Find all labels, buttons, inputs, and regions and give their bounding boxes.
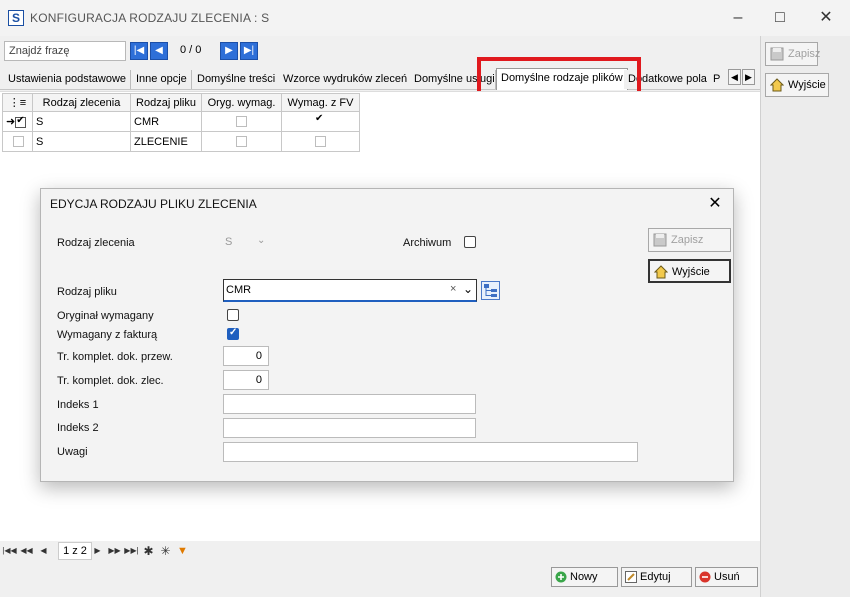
indeks2-input[interactable] (223, 418, 476, 438)
home-icon (653, 265, 669, 279)
current-row-arrow-icon: ➜ (6, 116, 16, 128)
oryginal-wymagany-checkbox[interactable] (227, 309, 239, 321)
archiwum-checkbox[interactable] (464, 236, 476, 248)
right-panel (760, 36, 850, 597)
table-row[interactable]: S ZLECENIE (2, 131, 360, 152)
tr-przew-label: Tr. komplet. dok. przew. (57, 351, 173, 363)
add-icon (555, 571, 567, 583)
cell-rodzaj-pliku: ZLECENIE (130, 131, 202, 152)
prev-page-group-icon[interactable]: ◀◀ (19, 543, 34, 559)
maximize-button[interactable]: □ (760, 6, 800, 30)
clear-icon[interactable]: × (450, 283, 456, 295)
dialog-exit-button[interactable]: Wyjście (648, 259, 731, 283)
oryg-wymag-checkbox (236, 116, 247, 128)
dialog-save-button[interactable]: Zapisz (648, 228, 731, 252)
next-page-group-icon[interactable]: ▶▶ (107, 543, 122, 559)
wymag-fv-checkbox (315, 136, 326, 148)
filter-icon[interactable]: ▼ (175, 543, 190, 559)
app-icon: S (8, 10, 24, 26)
table-row[interactable]: ➜ S CMR (2, 111, 360, 132)
window-title: KONFIGURACJA RODZAJU ZLECENIA : S (30, 11, 270, 25)
delete-label: Usuń (714, 571, 740, 583)
exit-button[interactable]: Wyjście (765, 73, 829, 97)
page-indicator: 1 z 2 (58, 542, 92, 560)
prev-result-icon[interactable]: ◀ (150, 42, 168, 60)
dialog-save-label: Zapisz (671, 234, 704, 246)
column-header[interactable]: Rodzaj pliku (130, 93, 202, 112)
column-header[interactable]: Wymag. z FV (281, 93, 360, 112)
oryg-wymag-checkbox (236, 136, 247, 148)
oryginal-wymagany-label: Oryginał wymagany (57, 310, 154, 322)
archiwum-label: Archiwum (403, 237, 452, 249)
indeks2-label: Indeks 2 (57, 422, 99, 434)
edit-icon (625, 571, 637, 583)
asterisk-alt-icon[interactable]: ✳ (158, 543, 173, 559)
save-button[interactable]: Zapisz (765, 42, 821, 66)
tr-zlec-label: Tr. komplet. dok. zlec. (57, 375, 164, 387)
edit-label: Edytuj (640, 571, 671, 583)
save-icon (653, 233, 667, 247)
prev-page-icon[interactable]: ◀ (36, 543, 51, 559)
search-input[interactable]: Znajdź frazę (4, 41, 126, 61)
search-counter: 0 / 0 (180, 44, 202, 56)
tab-domyslne-tresci[interactable]: Domyślne treści (193, 70, 281, 89)
exit-label: Wyjście (788, 79, 826, 91)
cell-rodzaj-zlecenia: S (32, 111, 131, 132)
tab-inne-opcje[interactable]: Inne opcje (132, 70, 192, 89)
next-page-icon[interactable]: ▶ (90, 543, 105, 559)
tree-picker-icon[interactable] (481, 281, 500, 300)
dialog-close-icon[interactable]: ✕ (703, 192, 727, 216)
uwagi-label: Uwagi (57, 446, 88, 458)
indeks1-label: Indeks 1 (57, 399, 99, 411)
cell-rodzaj-zlecenia: S (32, 131, 131, 152)
chevron-down-icon[interactable]: ⌄ (463, 282, 473, 296)
first-result-icon[interactable]: |◀ (130, 42, 148, 60)
cell-rodzaj-pliku: CMR (130, 111, 202, 132)
close-button[interactable]: ✕ (806, 6, 846, 30)
save-icon (770, 47, 784, 61)
tr-przew-input[interactable]: 0 (223, 346, 269, 366)
row-select-checkbox[interactable] (13, 136, 24, 148)
asterisk-icon[interactable]: ✱ (141, 543, 156, 559)
column-header[interactable]: Oryg. wymag. (201, 93, 282, 112)
rodzaj-zlecenia-select: S ⌄ (223, 232, 271, 252)
home-icon (769, 78, 785, 92)
last-page-icon[interactable]: ▶▶| (124, 543, 139, 559)
tab-wzorce-wydrukow[interactable]: Wzorce wydruków zleceń (279, 70, 413, 89)
tr-zlec-input[interactable]: 0 (223, 370, 269, 390)
dialog-exit-label: Wyjście (672, 266, 710, 278)
delete-icon (699, 571, 711, 583)
tab-ustawienia-podstawowe[interactable]: Ustawienia podstawowe (4, 70, 132, 89)
rodzaj-pliku-select[interactable]: CMR × ⌄ (223, 279, 477, 302)
tab-scroll-left-icon[interactable]: ◀ (728, 69, 741, 85)
save-label: Zapisz (788, 48, 821, 60)
rodzaj-pliku-label: Rodzaj pliku (57, 286, 117, 298)
rodzaj-zlecenia-label: Rodzaj zlecenia (57, 237, 135, 249)
edit-file-type-dialog: EDYCJA RODZAJU PLIKU ZLECENIA ✕ Zapisz W… (40, 188, 734, 482)
new-button[interactable]: Nowy (551, 567, 618, 587)
minimize-button[interactable]: – (718, 6, 758, 30)
indeks1-input[interactable] (223, 394, 476, 414)
tab-p[interactable]: P (709, 70, 725, 89)
uwagi-input[interactable] (223, 442, 638, 462)
delete-button[interactable]: Usuń (695, 567, 758, 587)
wymagany-z-faktura-checkbox[interactable] (227, 327, 239, 340)
column-chooser-icon[interactable]: ⋮≡ (2, 93, 33, 112)
rodzaj-zlecenia-value: S (225, 236, 233, 248)
column-header[interactable]: Rodzaj zlecenia (32, 93, 131, 112)
rodzaj-pliku-value: CMR (226, 284, 252, 296)
edit-button[interactable]: Edytuj (621, 567, 692, 587)
new-label: Nowy (570, 571, 598, 583)
dialog-title: EDYCJA RODZAJU PLIKU ZLECENIA (50, 197, 257, 211)
chevron-down-icon: ⌄ (257, 235, 266, 246)
tab-strip: Ustawienia podstawowe Inne opcje Domyśln… (0, 68, 760, 90)
wymag-fv-checkbox (315, 113, 326, 128)
first-page-icon[interactable]: |◀◀ (2, 543, 17, 559)
last-result-icon[interactable]: ▶| (240, 42, 258, 60)
next-result-icon[interactable]: ▶ (220, 42, 238, 60)
row-select-checkbox[interactable] (15, 115, 27, 128)
files-grid: ⋮≡ Rodzaj zlecenia Rodzaj pliku Oryg. wy… (2, 93, 360, 152)
tab-scroll-right-icon[interactable]: ▶ (742, 69, 755, 85)
wymagany-z-faktura-label: Wymagany z fakturą (57, 329, 158, 341)
